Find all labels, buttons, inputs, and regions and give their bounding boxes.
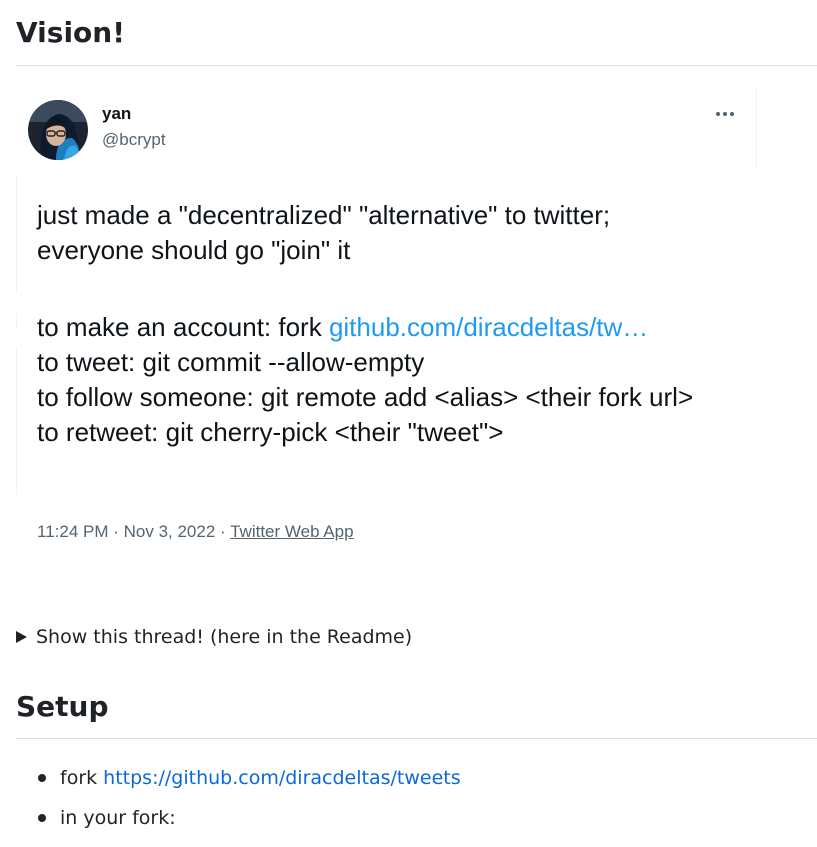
tweet-timestamp[interactable]: 11:24 PM · Nov 3, 2022 ·: [37, 522, 230, 541]
disclosure-triangle-icon: [16, 631, 27, 643]
list-item: fork https://github.com/diracdeltas/twee…: [36, 764, 461, 804]
avatar-image: [28, 100, 88, 160]
tweet-border-right: [756, 86, 757, 170]
setup-divider: [16, 738, 817, 739]
tweet-source-link[interactable]: Twitter Web App: [230, 522, 353, 541]
tweet-line-tweet: to tweet: git commit --allow-empty: [37, 347, 425, 377]
details-summary-label: Show this thread! (here in the Readme): [36, 626, 413, 648]
tweet-meta: 11:24 PM · Nov 3, 2022 · Twitter Web App: [37, 522, 354, 542]
tweet-body: just made a "decentralized" "alternative…: [37, 198, 737, 450]
list-item-text: in your fork:: [60, 807, 176, 829]
tweet-line-1: just made a "decentralized" "alternative…: [37, 200, 611, 230]
author-handle[interactable]: @bcrypt: [102, 130, 166, 150]
tweet-line-2: everyone should go "join" it: [37, 235, 351, 265]
tweet-line-follow: to follow someone: git remote add <alias…: [37, 382, 694, 412]
tweet-line-retweet: to retweet: git cherry-pick <their "twee…: [37, 417, 504, 447]
tweet-repo-link[interactable]: github.com/diracdeltas/tw…: [329, 312, 648, 342]
author-name[interactable]: yan: [102, 104, 131, 124]
bullet-icon: [38, 814, 46, 822]
vision-heading: Vision!: [16, 16, 125, 49]
list-item-prefix: fork: [60, 767, 104, 789]
tweet-account-prefix: to make an account: fork: [37, 312, 329, 342]
list-item: in your fork:: [36, 804, 461, 844]
github-repo-link[interactable]: https://github.com/diracdeltas/tweets: [103, 767, 460, 789]
setup-list: fork https://github.com/diracdeltas/twee…: [36, 764, 461, 844]
thread-details-toggle[interactable]: Show this thread! (here in the Readme): [16, 626, 412, 648]
ellipsis-icon: [716, 112, 734, 116]
tweet-border-left: [16, 176, 17, 494]
setup-heading: Setup: [16, 690, 109, 723]
avatar[interactable]: [28, 100, 88, 160]
tweet-account-line: to make an account: fork github.com/dira…: [37, 310, 737, 345]
heading-divider: [16, 65, 817, 66]
more-options-button[interactable]: [708, 100, 742, 128]
bullet-icon: [38, 774, 46, 782]
